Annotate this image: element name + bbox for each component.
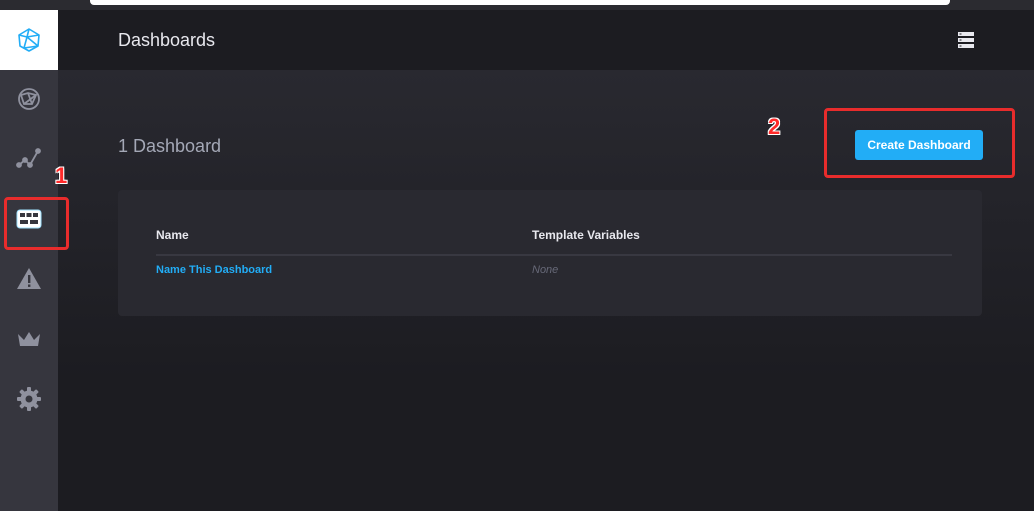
- annotation-label-2: 2: [768, 114, 781, 139]
- nav-configuration[interactable]: [0, 370, 58, 428]
- nav-admin[interactable]: [0, 310, 58, 368]
- column-header-name: Name: [156, 228, 189, 242]
- nav-alerting[interactable]: [0, 250, 58, 308]
- template-variables-value: None: [532, 264, 559, 276]
- host-list-icon: [18, 88, 40, 110]
- address-bar[interactable]: [90, 0, 950, 5]
- dashboard-count: 1 Dashboard: [118, 136, 222, 156]
- annotation-box-2: [824, 108, 1015, 178]
- column-header-template-variables: Template Variables: [532, 228, 640, 242]
- page-header: Dashboards: [58, 10, 1034, 70]
- header-divider: [156, 254, 952, 256]
- nav-host-list[interactable]: [0, 70, 58, 128]
- gear-icon: [17, 387, 41, 411]
- annotation-box-1: [4, 197, 69, 250]
- dashboard-name-link[interactable]: Name This Dashboard: [156, 264, 272, 276]
- admin-crown-icon: [18, 332, 40, 346]
- nav-data-explorer[interactable]: [0, 130, 58, 188]
- menu-button[interactable]: [958, 31, 974, 49]
- logo-icon[interactable]: [0, 10, 58, 70]
- sidebar: [0, 10, 58, 511]
- dashboards-table-panel: Name Template Variables Name This Dashbo…: [118, 190, 982, 316]
- page-title: Dashboards: [118, 30, 216, 50]
- alert-icon: [17, 268, 41, 289]
- server-list-icon: [958, 32, 974, 48]
- graph-icon: [16, 148, 41, 168]
- browser-bar: [0, 0, 1034, 10]
- annotation-label-1: 1: [55, 163, 68, 188]
